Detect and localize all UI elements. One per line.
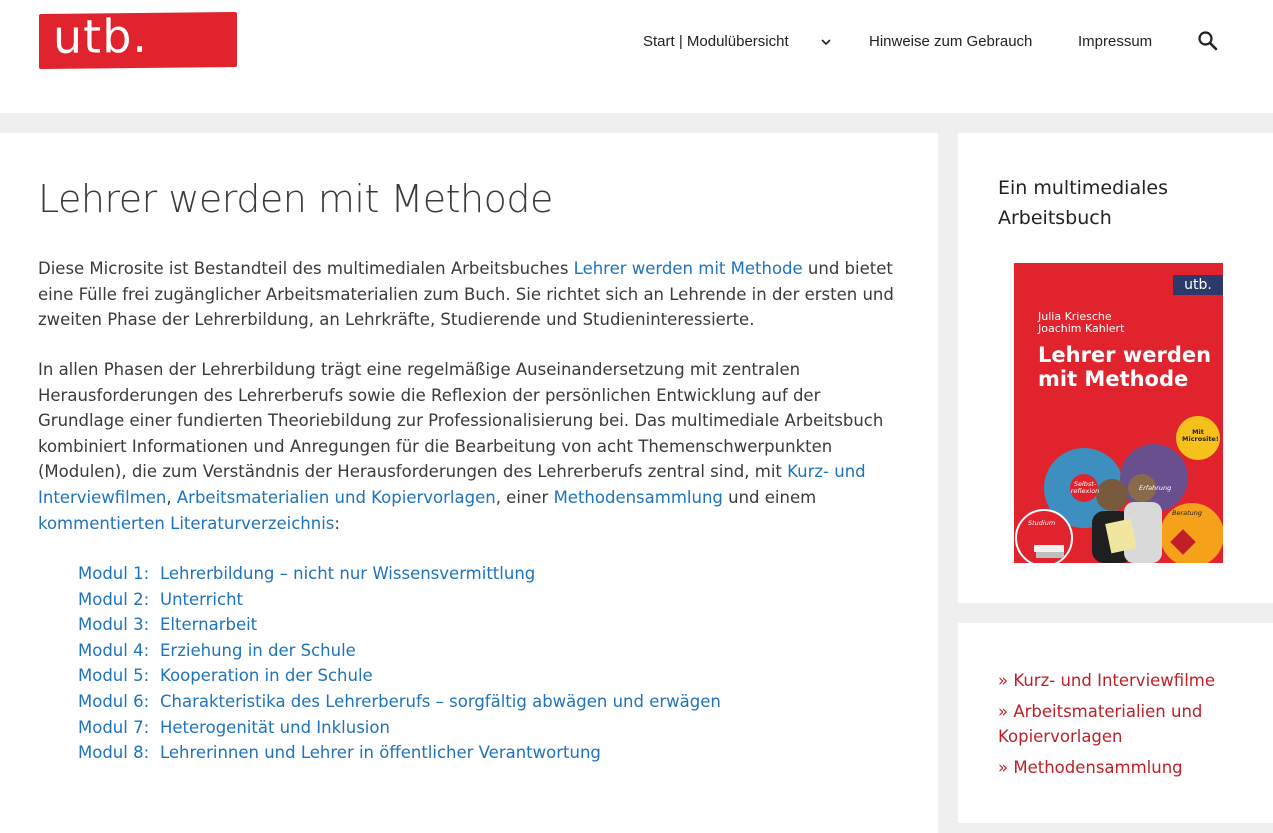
nav-item-hinweise[interactable]: Hinweise zum Gebrauch <box>869 33 1032 50</box>
nav-item-start-label: Start | Modulübersicht <box>643 33 789 50</box>
sidebar-book-widget: Ein multimediales Arbeitsbuch utb. Julia… <box>958 133 1273 603</box>
book-link[interactable]: Lehrer werden mit Methode <box>574 259 803 278</box>
gear-label: Beratung <box>1172 509 1203 517</box>
list-item[interactable]: Modul 6: Charakteristika des Lehrerberufs… <box>78 689 721 715</box>
list-item[interactable]: Modul 4: Erziehung in der Schule <box>78 638 721 664</box>
gear-label: Selbst-reflexion <box>1070 480 1100 495</box>
search-icon[interactable] <box>1197 30 1219 52</box>
desc-text-2: , <box>166 487 177 507</box>
main-content: Lehrer werden mit Methode Diese Microsit… <box>0 133 938 833</box>
sidebar-links-widget: » Kurz- und Interviewfilme » Arbeitsmate… <box>958 623 1273 823</box>
literature-link[interactable]: kommentierten Literaturverzeichnis <box>38 514 334 533</box>
book-cover[interactable]: utb. Julia Kriesche Joachim Kahlert Lehr… <box>1014 263 1223 563</box>
list-item[interactable]: Modul 3: Elternarbeit <box>78 612 721 638</box>
module-number[interactable]: Modul 8: <box>78 740 160 766</box>
book-cover-illustration <box>1015 416 1223 563</box>
main-nav: Start | Modulübersicht Hinweise zum Gebr… <box>643 33 1203 55</box>
sidebar-link-films[interactable]: » Kurz- und Interviewfilme <box>998 668 1228 693</box>
module-link[interactable]: Elternarbeit <box>160 615 257 634</box>
module-link[interactable]: Unterricht <box>160 590 243 609</box>
list-item[interactable]: Modul 5: Kooperation in der Schule <box>78 663 721 689</box>
module-list: Modul 1: Lehrerbildung – nicht nur Wissen… <box>78 561 721 766</box>
module-link[interactable]: Lehrerbildung – nicht nur Wissensvermitt… <box>160 564 535 583</box>
microsite-badge: Mit Microsite! <box>1182 428 1219 443</box>
description-paragraph: In allen Phasen der Lehrerbildung trägt … <box>38 357 898 536</box>
materials-link[interactable]: Arbeitsmaterialien und Kopiervorlagen <box>177 488 496 507</box>
gear-icon <box>1120 444 1188 512</box>
desc-text-1: In allen Phasen der Lehrerbildung trägt … <box>38 360 884 482</box>
sidebar-link-materials[interactable]: » Arbeitsmaterialien und Kopiervorlagen <box>998 699 1228 749</box>
utb-logo[interactable]: utb. <box>39 8 237 70</box>
desc-text-3: , einer <box>495 487 554 507</box>
methods-link[interactable]: Methodensammlung <box>554 488 723 507</box>
module-link[interactable]: Kooperation in der Schule <box>160 666 373 685</box>
sidebar-link-methods[interactable]: » Methodensammlung <box>998 755 1228 780</box>
list-item[interactable]: Modul 1: Lehrerbildung – nicht nur Wissen… <box>78 561 721 587</box>
module-number[interactable]: Modul 3: <box>78 612 160 638</box>
list-item[interactable]: Modul 2: Unterricht <box>78 587 721 613</box>
module-link[interactable]: Charakteristika des Lehrerberufs – sorgf… <box>160 692 721 711</box>
intro-text-1: Diese Microsite ist Bestandteil des mult… <box>38 259 574 278</box>
page-title: Lehrer werden mit Methode <box>38 177 553 221</box>
desc-text-4: und einem <box>722 487 817 507</box>
module-link[interactable]: Heterogenität und Inklusion <box>160 718 390 737</box>
widget-title: Ein multimediales Arbeitsbuch <box>998 177 1168 229</box>
module-link[interactable]: Erziehung in der Schule <box>160 641 356 660</box>
site-header: utb. Start | Modulübersicht Hinweise zum… <box>0 0 1273 113</box>
list-item[interactable]: Modul 8: Lehrerinnen und Lehrer in öffent… <box>78 740 721 766</box>
gear-label: Studium <box>1028 519 1056 527</box>
module-number[interactable]: Modul 1: <box>78 561 160 587</box>
module-number[interactable]: Modul 5: <box>78 663 160 689</box>
module-number[interactable]: Modul 7: <box>78 715 160 741</box>
module-link[interactable]: Lehrerinnen und Lehrer in öffentlicher V… <box>160 743 601 762</box>
nav-item-impressum[interactable]: Impressum <box>1078 33 1152 50</box>
module-number[interactable]: Modul 2: <box>78 587 160 613</box>
module-number[interactable]: Modul 6: <box>78 689 160 715</box>
desc-text-5: : <box>334 513 340 533</box>
logo-text: utb. <box>53 8 149 64</box>
module-number[interactable]: Modul 4: <box>78 638 160 664</box>
nav-item-start[interactable]: Start | Modulübersicht <box>643 33 831 50</box>
intro-paragraph: Diese Microsite ist Bestandteil des mult… <box>38 256 898 333</box>
sidebar-link-list: » Kurz- und Interviewfilme » Arbeitsmate… <box>998 668 1228 786</box>
chevron-down-icon <box>821 39 831 46</box>
list-item[interactable]: Modul 7: Heterogenität und Inklusion <box>78 715 721 741</box>
gear-label: Erfahrung <box>1139 484 1172 492</box>
